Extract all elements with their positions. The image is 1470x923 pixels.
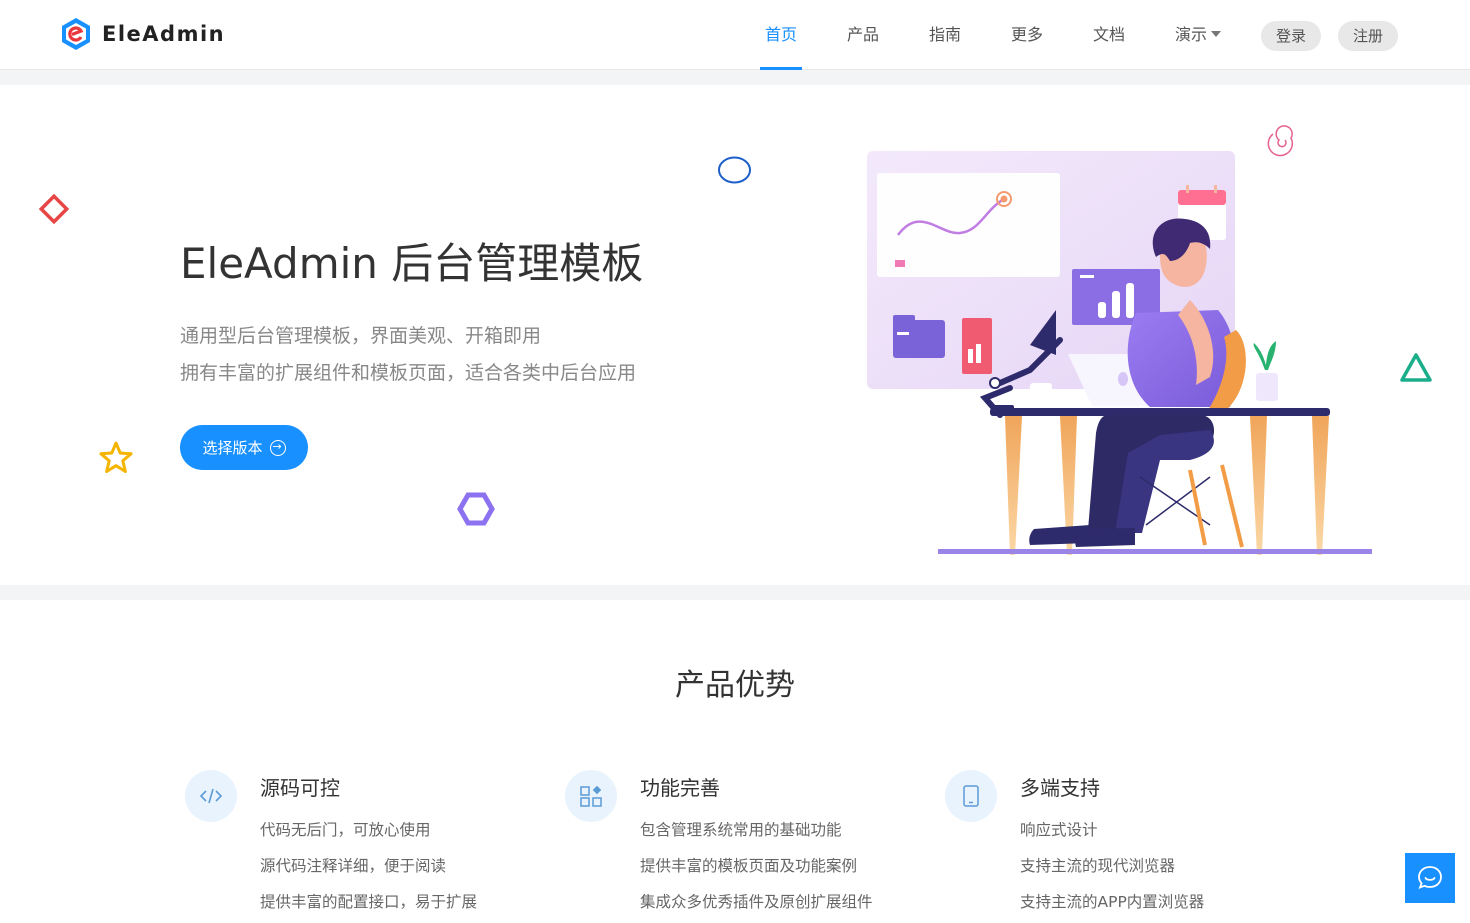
choose-version-button[interactable]: 选择版本	[180, 425, 308, 470]
login-button[interactable]: 登录	[1261, 21, 1322, 51]
nav-demo-label: 演示	[1175, 25, 1208, 44]
hero-subtitle-line-1: 通用型后台管理模板，界面美观、开箱即用	[180, 325, 542, 347]
apps-icon	[565, 770, 617, 822]
feature-line: 源代码注释详细，便于阅读	[260, 857, 447, 875]
brand-logo[interactable]: EleAdmin	[60, 17, 225, 51]
tablet-icon	[945, 770, 997, 822]
feature-title: 源码可控	[260, 776, 340, 800]
hero-title: EleAdmin 后台管理模板	[180, 239, 644, 288]
feature-line: 代码无后门，可放心使用	[260, 821, 431, 839]
feature-line: 提供丰富的配置接口，易于扩展	[260, 893, 478, 911]
code-icon	[185, 770, 237, 822]
chat-bubble-icon	[1418, 866, 1442, 890]
ellipse-decoration-icon	[718, 156, 751, 184]
caret-down-icon	[1211, 31, 1222, 37]
brand-name: EleAdmin	[102, 22, 226, 46]
office-worker-illustration	[867, 125, 1372, 555]
feature-line: 集成众多优秀插件及原创扩展组件	[640, 893, 873, 911]
feature-line: 支持主流的APP内置浏览器	[1020, 893, 1205, 911]
feature-title: 功能完善	[640, 776, 720, 800]
nav-product[interactable]: 产品	[847, 0, 879, 70]
features-section: 产品优势 源码可控 代码无后门，可放心使用 源代码注释详细，便于阅读 提供丰富的…	[0, 600, 1470, 923]
feature-line: 响应式设计	[1020, 821, 1098, 839]
eleadmin-logo-icon	[62, 18, 90, 50]
top-header: EleAdmin 首页 产品 指南 更多 文档 演示 登录 注册	[0, 0, 1470, 70]
hexagon-decoration-icon	[457, 492, 495, 526]
feature-line: 包含管理系统常用的基础功能	[640, 821, 842, 839]
features-title: 产品优势	[675, 668, 795, 703]
nav-docs[interactable]: 文档	[1093, 0, 1125, 70]
choose-version-label: 选择版本	[202, 439, 263, 457]
hero-subtitle-line-2: 拥有丰富的扩展组件和模板页面，适合各类中后台应用	[180, 362, 637, 384]
nav-more[interactable]: 更多	[1011, 0, 1043, 70]
feature-title: 多端支持	[1020, 776, 1100, 800]
feature-line: 提供丰富的模板页面及功能案例	[640, 857, 858, 875]
nav-guide[interactable]: 指南	[929, 0, 961, 70]
customer-service-button[interactable]	[1405, 853, 1455, 903]
register-button[interactable]: 注册	[1338, 21, 1399, 51]
triangle-decoration-icon	[1400, 353, 1432, 382]
nav-demo[interactable]: 演示	[1175, 0, 1222, 70]
arrow-circle-right-icon	[269, 439, 286, 456]
star-decoration-icon	[99, 441, 133, 473]
feature-line: 支持主流的现代浏览器	[1020, 857, 1176, 875]
nav-home[interactable]: 首页	[759, 0, 803, 70]
diamond-decoration-icon	[38, 193, 70, 225]
hero-banner: EleAdmin 后台管理模板 通用型后台管理模板，界面美观、开箱即用 拥有丰富…	[0, 85, 1470, 585]
